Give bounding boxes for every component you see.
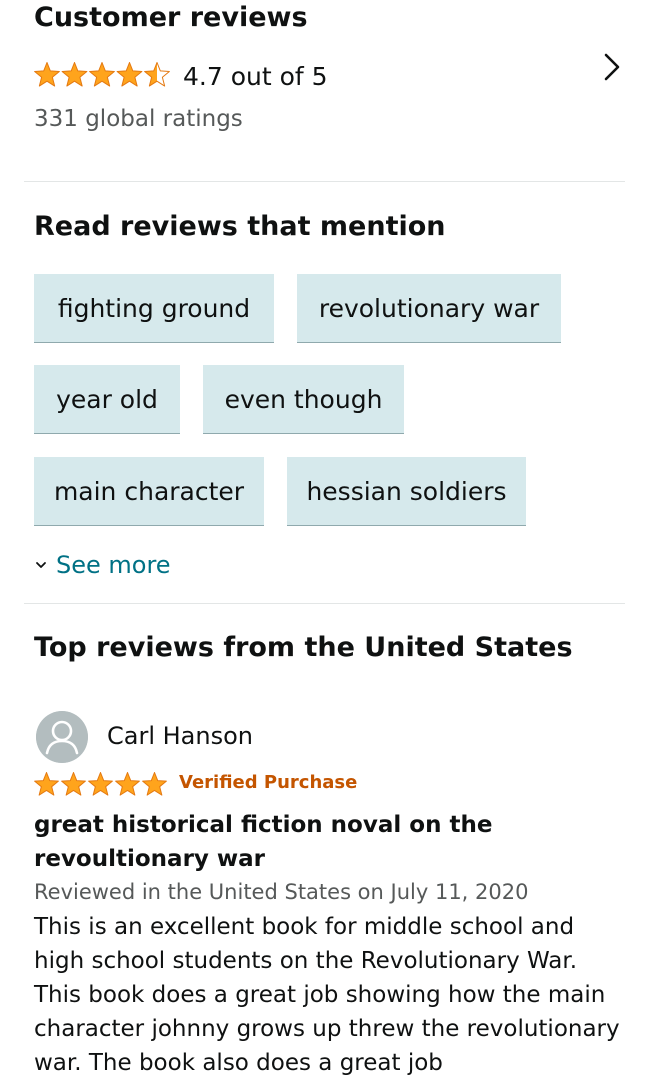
- divider: [24, 181, 625, 182]
- customer-reviews-title: Customer reviews: [34, 2, 308, 33]
- review-date: Reviewed in the United States on July 11…: [34, 880, 529, 904]
- mention-chip[interactable]: even though: [203, 365, 404, 434]
- verified-purchase-badge: Verified Purchase: [179, 772, 358, 793]
- mention-chip[interactable]: main character: [34, 457, 264, 526]
- user-avatar-icon: [36, 711, 88, 763]
- star-icon: [34, 62, 60, 87]
- chevron-right-icon[interactable]: [598, 52, 626, 82]
- average-rating-row[interactable]: 4.7 out of 5: [34, 58, 328, 94]
- star-icon: [116, 62, 143, 87]
- star-icon: [61, 772, 86, 796]
- review-body: This is an excellent book for middle sch…: [34, 914, 620, 1076]
- review-stars[interactable]: [34, 772, 169, 799]
- star-icon: [142, 772, 167, 796]
- rating-stars: [34, 62, 171, 90]
- mention-chip[interactable]: fighting ground: [34, 274, 274, 343]
- star-rating-icon: [34, 62, 170, 87]
- mention-chip[interactable]: year old: [34, 365, 180, 434]
- star-icon: [89, 62, 115, 87]
- mention-chip[interactable]: hessian soldiers: [287, 457, 526, 526]
- divider: [24, 603, 625, 604]
- see-more-link[interactable]: See more: [34, 548, 171, 582]
- see-more-label: See more: [56, 551, 171, 579]
- five-star-icon: [34, 772, 167, 796]
- mentions-title: Read reviews that mention: [34, 211, 446, 242]
- rating-text: 4.7 out of 5: [183, 61, 328, 91]
- reviewer-name[interactable]: Carl Hanson: [107, 722, 253, 750]
- star-icon: [115, 772, 140, 796]
- star-icon: [144, 62, 170, 87]
- star-icon: [61, 62, 88, 87]
- review-title[interactable]: great historical fiction noval on the re…: [34, 808, 554, 876]
- chevron-down-icon: [36, 562, 46, 568]
- star-icon: [88, 772, 113, 796]
- mention-chip[interactable]: revolutionary war: [297, 274, 561, 343]
- top-reviews-title: Top reviews from the United States: [34, 632, 573, 663]
- star-icon: [34, 772, 59, 796]
- avatar[interactable]: [36, 711, 88, 763]
- global-ratings-count: 331 global ratings: [34, 106, 243, 132]
